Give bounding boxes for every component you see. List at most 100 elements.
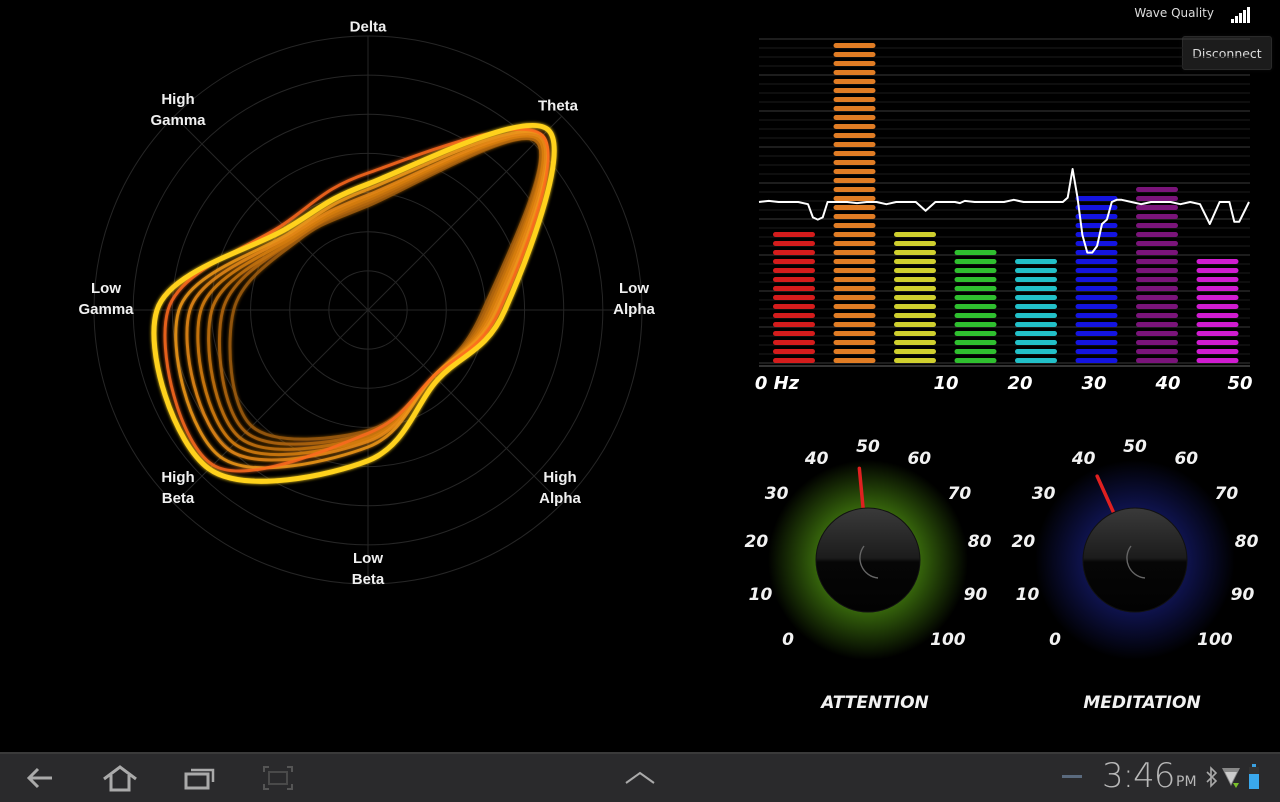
bar-segment (894, 295, 936, 300)
bar-segment (894, 241, 936, 246)
screenshot-button[interactable] (258, 762, 298, 794)
dial-tick-label: 0 (782, 629, 795, 650)
bar-segment (1136, 250, 1178, 255)
bar-segment (833, 115, 876, 120)
bar-segment (833, 133, 876, 138)
spectrum-x-label: 20 (1007, 373, 1033, 394)
bar-segment (1136, 196, 1178, 201)
bar-segment (833, 304, 876, 309)
bar-segment (1075, 259, 1118, 264)
radar-axis-label: Theta (537, 97, 579, 115)
bar-segment (1136, 187, 1178, 192)
bar-segment (833, 331, 876, 336)
clock-ampm: PM (1176, 774, 1197, 790)
recent-apps-button[interactable] (180, 762, 220, 794)
home-button[interactable] (100, 762, 140, 794)
bar-segment (1136, 277, 1178, 282)
dial-tick-label: 60 (1174, 449, 1199, 470)
bar-segment (1015, 322, 1057, 327)
battery-icon (1249, 764, 1259, 789)
bar-segment (833, 142, 876, 147)
signal-bars-icon (1231, 7, 1250, 23)
spectrum-bar-high-alpha (954, 250, 997, 363)
bar-segment (1196, 295, 1239, 300)
bar-segment (894, 331, 936, 336)
dial-tick-label: 90 (1230, 584, 1255, 605)
bar-segment (833, 349, 876, 354)
bar-segment (1015, 304, 1057, 309)
recent-apps-icon (184, 768, 215, 790)
bar-segment (1075, 322, 1118, 327)
bar-segment (1196, 322, 1239, 327)
bar-segment (833, 214, 876, 219)
dial-tick-label: 80 (967, 532, 992, 553)
menu-button[interactable] (620, 762, 660, 794)
bar-segment (894, 358, 936, 363)
bar-segment (894, 349, 936, 354)
bar-segment (773, 322, 815, 327)
dial-tick-label: 30 (1031, 483, 1056, 504)
dial-title: ATTENTION (821, 693, 929, 713)
bar-segment (833, 223, 876, 228)
radar-axis-label: High Beta (161, 469, 195, 507)
bar-segment (1136, 259, 1178, 264)
bar-segment (773, 295, 815, 300)
radar-axis-label: High Alpha (539, 469, 581, 507)
bar-segment (894, 313, 936, 318)
bar-segment (1136, 358, 1178, 363)
bar-segment (1196, 304, 1239, 309)
bar-segment (1015, 313, 1057, 318)
bar-segment (954, 331, 997, 336)
bar-segment (894, 259, 936, 264)
bar-segment (1075, 196, 1118, 201)
bar-segment (954, 277, 997, 282)
dial-knob[interactable] (1082, 507, 1188, 613)
bar-segment (833, 340, 876, 345)
bar-segment (954, 313, 997, 318)
bar-segment (894, 268, 936, 273)
bar-segment (1136, 322, 1178, 327)
bar-segment (833, 313, 876, 318)
bar-segment (773, 313, 815, 318)
spectrum-x-label: 50 (1227, 373, 1253, 394)
bar-segment (954, 304, 997, 309)
bar-segment (833, 106, 876, 111)
bar-segment (1075, 358, 1118, 363)
bar-segment (1075, 304, 1118, 309)
bar-segment (1015, 340, 1057, 345)
bar-segment (1136, 340, 1178, 345)
bar-segment (1075, 277, 1118, 282)
dial-tick-label: 50 (856, 437, 880, 457)
spectrum-bar-delta (773, 232, 815, 363)
spectrum-bar-low-alpha (894, 232, 936, 363)
bar-segment (954, 358, 997, 363)
bar-segment (773, 286, 815, 291)
bar-segment (1196, 358, 1239, 363)
system-navigation-bar: 3:46 PM (0, 752, 1280, 802)
dial-knob[interactable] (815, 507, 921, 613)
bar-segment (1075, 349, 1118, 354)
dial-tick-label: 100 (930, 629, 966, 650)
bar-segment (833, 268, 876, 273)
bar-segment (773, 304, 815, 309)
bar-segment (833, 232, 876, 237)
bar-segment (773, 331, 815, 336)
bar-segment (894, 286, 936, 291)
bar-segment (1015, 349, 1057, 354)
bar-segment (1136, 331, 1178, 336)
back-button[interactable] (20, 762, 60, 794)
dial-tick-label: 70 (1214, 483, 1239, 504)
bar-segment (833, 205, 876, 210)
dial-tick-label: 50 (1123, 437, 1147, 457)
radar-spoke (173, 309, 369, 505)
bar-segment (1136, 286, 1178, 291)
bar-segment (894, 322, 936, 327)
notification-dash-icon[interactable] (1062, 774, 1084, 780)
bar-segment (1196, 277, 1239, 282)
clock-time[interactable]: 3:46 (1102, 756, 1175, 796)
bar-segment (1075, 295, 1118, 300)
bar-segment (894, 277, 936, 282)
radar-axis-label: Delta (349, 18, 387, 36)
bar-segment (833, 196, 876, 201)
bar-segment (833, 79, 876, 84)
